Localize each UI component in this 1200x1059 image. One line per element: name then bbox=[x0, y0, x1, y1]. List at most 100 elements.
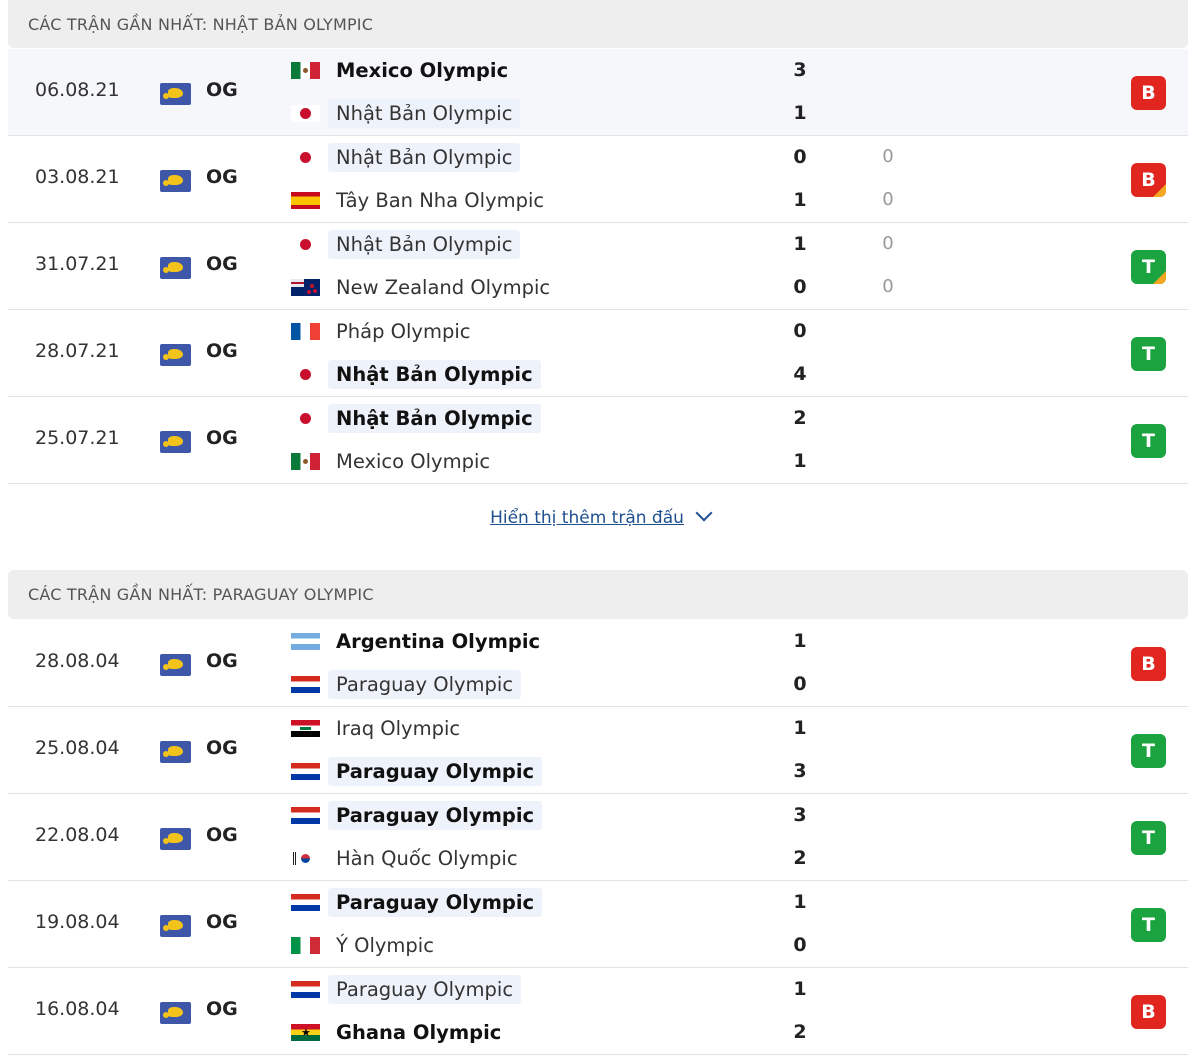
result-badge: B bbox=[1131, 76, 1166, 110]
away-team-name[interactable]: Nhật Bản Olympic bbox=[328, 98, 521, 128]
away-team-name[interactable]: New Zealand Olympic bbox=[328, 273, 558, 302]
olympic-games-icon bbox=[160, 83, 191, 105]
result-badge: T bbox=[1131, 908, 1166, 942]
japan-flag-icon bbox=[291, 104, 320, 122]
competition-label: OG bbox=[206, 650, 238, 672]
competition-label: OG bbox=[206, 737, 238, 759]
home-team[interactable]: Paraguay Olympic bbox=[291, 887, 543, 917]
away-team-name[interactable]: Hàn Quốc Olympic bbox=[328, 844, 526, 873]
match-list-japan: 06.08.21 OG Mexico Olympic Nhật Bản Olympic… bbox=[8, 49, 1188, 484]
result-letter: B bbox=[1141, 82, 1156, 104]
home-team[interactable]: Paraguay Olympic bbox=[291, 800, 543, 830]
chevron-down-icon[interactable] bbox=[695, 504, 713, 522]
match-row[interactable]: 06.08.21 OG Mexico Olympic Nhật Bản Olympic… bbox=[8, 49, 1188, 136]
home-team[interactable]: Mexico Olympic bbox=[291, 55, 516, 85]
mexico-flag-icon bbox=[291, 61, 320, 79]
away-score: 0 bbox=[793, 934, 807, 956]
home-team-name[interactable]: Paraguay Olympic bbox=[328, 887, 543, 917]
extra-time-marker bbox=[1153, 184, 1166, 197]
home-team[interactable]: Nhật Bản Olympic bbox=[291, 142, 521, 172]
away-team[interactable]: Nhật Bản Olympic bbox=[291, 98, 521, 128]
away-team-name[interactable]: Mexico Olympic bbox=[328, 447, 498, 476]
match-row[interactable]: 28.08.04 OG Argentina Olympic Paraguay Olym… bbox=[8, 620, 1188, 707]
olympic-games-icon bbox=[160, 257, 191, 279]
match-date: 28.07.21 bbox=[35, 340, 120, 362]
home-team[interactable]: Iraq Olympic bbox=[291, 713, 468, 743]
ghana-flag-icon bbox=[291, 1023, 320, 1041]
home-team-name[interactable]: Paraguay Olympic bbox=[328, 800, 543, 830]
home-team-name[interactable]: Nhật Bản Olympic bbox=[328, 229, 521, 259]
match-row[interactable]: 22.08.04 OG Paraguay Olympic Hàn Quốc Olymp… bbox=[8, 794, 1188, 881]
away-team-name[interactable]: Nhật Bản Olympic bbox=[328, 359, 541, 389]
away-team[interactable]: Tây Ban Nha Olympic bbox=[291, 185, 552, 215]
home-team-name[interactable]: Pháp Olympic bbox=[328, 317, 478, 346]
away-team[interactable]: Hàn Quốc Olympic bbox=[291, 843, 526, 873]
paraguay-flag-icon bbox=[291, 893, 320, 911]
italy-flag-icon bbox=[291, 936, 320, 954]
paraguay-flag-icon bbox=[291, 806, 320, 824]
away-team[interactable]: Ý Olympic bbox=[291, 930, 442, 960]
away-score: 0 bbox=[793, 673, 807, 695]
olympic-games-icon bbox=[160, 431, 191, 453]
competition-label: OG bbox=[206, 340, 238, 362]
section-title: CÁC TRẬN GẦN NHẤT: PARAGUAY OLYMPIC bbox=[28, 585, 374, 604]
home-score: 1 bbox=[793, 630, 807, 652]
away-team[interactable]: Ghana Olympic bbox=[291, 1017, 509, 1047]
new-zealand-flag-icon bbox=[291, 278, 320, 296]
away-score: 0 bbox=[793, 276, 807, 298]
match-date: 25.07.21 bbox=[35, 427, 120, 449]
away-score: 1 bbox=[793, 189, 807, 211]
away-team-name[interactable]: Tây Ban Nha Olympic bbox=[328, 186, 552, 215]
away-score: 1 bbox=[793, 450, 807, 472]
show-more-link[interactable]: Hiển thị thêm trận đấu bbox=[490, 508, 684, 528]
result-badge: T bbox=[1131, 337, 1166, 371]
home-team[interactable]: Argentina Olympic bbox=[291, 626, 548, 656]
result-letter: T bbox=[1142, 740, 1155, 762]
match-row[interactable]: 19.08.04 OG Paraguay Olympic Ý Olympic 1 0 T bbox=[8, 881, 1188, 968]
section-title: CÁC TRẬN GẦN NHẤT: NHẬT BẢN OLYMPIC bbox=[28, 14, 374, 34]
home-score: 1 bbox=[793, 891, 807, 913]
match-row[interactable]: 16.08.04 OG Paraguay Olympic Ghana Olympic 1… bbox=[8, 968, 1188, 1055]
home-team[interactable]: Paraguay Olympic bbox=[291, 974, 522, 1004]
home-team-name[interactable]: Nhật Bản Olympic bbox=[328, 142, 521, 172]
away-team[interactable]: Nhật Bản Olympic bbox=[291, 359, 541, 389]
home-team-name[interactable]: Nhật Bản Olympic bbox=[328, 403, 541, 433]
away-penalty-score: 0 bbox=[882, 276, 894, 297]
away-team[interactable]: Paraguay Olympic bbox=[291, 669, 522, 699]
home-penalty-score: 0 bbox=[882, 146, 894, 167]
olympic-games-icon bbox=[160, 741, 191, 763]
result-letter: B bbox=[1141, 1001, 1156, 1023]
mexico-flag-icon bbox=[291, 452, 320, 470]
home-team-name[interactable]: Argentina Olympic bbox=[328, 627, 548, 656]
show-more-matches[interactable]: Hiển thị thêm trận đấu bbox=[0, 504, 1200, 528]
home-team[interactable]: Nhật Bản Olympic bbox=[291, 403, 541, 433]
home-team-name[interactable]: Iraq Olympic bbox=[328, 714, 468, 743]
competition-label: OG bbox=[206, 253, 238, 275]
result-badge: B bbox=[1131, 995, 1166, 1029]
away-team[interactable]: New Zealand Olympic bbox=[291, 272, 558, 302]
match-row[interactable]: 28.07.21 OG Pháp Olympic Nhật Bản Olympic 0 4… bbox=[8, 310, 1188, 397]
home-team-name[interactable]: Paraguay Olympic bbox=[328, 974, 522, 1004]
match-row[interactable]: 25.08.04 OG Iraq Olympic Paraguay Olympic 1 3… bbox=[8, 707, 1188, 794]
result-badge: T bbox=[1131, 734, 1166, 768]
match-row[interactable]: 31.07.21 OG Nhật Bản Olympic New Zealand Ol… bbox=[8, 223, 1188, 310]
away-team[interactable]: Mexico Olympic bbox=[291, 446, 498, 476]
home-team[interactable]: Nhật Bản Olympic bbox=[291, 229, 521, 259]
away-team-name[interactable]: Paraguay Olympic bbox=[328, 669, 522, 699]
away-team-name[interactable]: Paraguay Olympic bbox=[328, 756, 543, 786]
competition-label: OG bbox=[206, 824, 238, 846]
section-header-japan: CÁC TRẬN GẦN NHẤT: NHẬT BẢN OLYMPIC bbox=[8, 0, 1188, 48]
away-team[interactable]: Paraguay Olympic bbox=[291, 756, 543, 786]
away-team-name[interactable]: Ý Olympic bbox=[328, 931, 442, 960]
away-score: 3 bbox=[793, 760, 807, 782]
result-badge: T bbox=[1131, 250, 1166, 284]
olympic-games-icon bbox=[160, 170, 191, 192]
home-score: 3 bbox=[793, 59, 807, 81]
home-score: 1 bbox=[793, 978, 807, 1000]
away-team-name[interactable]: Ghana Olympic bbox=[328, 1018, 509, 1047]
match-row[interactable]: 03.08.21 OG Nhật Bản Olympic Tây Ban Nha Ol… bbox=[8, 136, 1188, 223]
result-letter: T bbox=[1142, 343, 1155, 365]
home-team[interactable]: Pháp Olympic bbox=[291, 316, 478, 346]
home-team-name[interactable]: Mexico Olympic bbox=[328, 56, 516, 85]
match-row[interactable]: 25.07.21 OG Nhật Bản Olympic Mexico Olympic… bbox=[8, 397, 1188, 484]
